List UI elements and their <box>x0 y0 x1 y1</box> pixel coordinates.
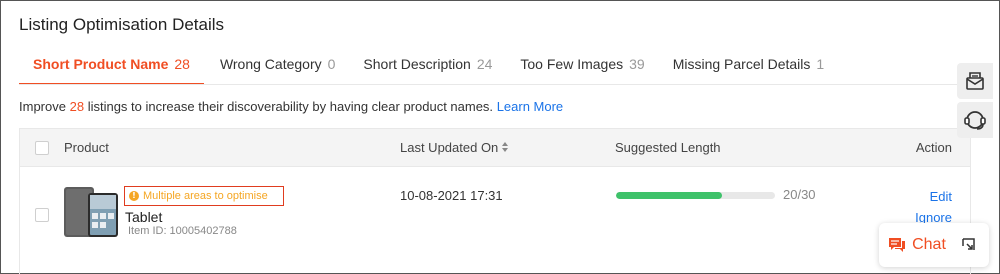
messages-side-button[interactable] <box>957 63 993 99</box>
tab-count: 28 <box>174 56 190 72</box>
product-name: Tablet <box>125 209 163 225</box>
headset-icon <box>964 111 986 130</box>
chat-expand-button[interactable] <box>957 233 981 257</box>
badge-text: Multiple areas to optimise <box>143 190 268 202</box>
tab-short-product-name[interactable]: Short Product Name 28 <box>19 43 204 85</box>
last-updated-value: 10-08-2021 17:31 <box>400 188 503 203</box>
tab-count: 1 <box>816 56 825 72</box>
tab-label: Short Product Name <box>33 56 169 72</box>
tab-too-few-images[interactable]: Too Few Images 39 <box>520 43 644 85</box>
tab-label: Too Few Images <box>520 56 624 72</box>
intro-count: 28 <box>69 99 85 114</box>
table-header: Product Last Updated On Suggested Length… <box>20 129 970 167</box>
length-progress-fill <box>616 192 723 199</box>
envelope-icon <box>966 72 984 90</box>
tab-label: Missing Parcel Details <box>672 56 811 72</box>
optimise-badge: ! Multiple areas to optimise <box>124 186 284 206</box>
chat-widget: Chat <box>879 223 989 267</box>
support-side-button[interactable] <box>957 102 993 138</box>
column-header-product: Product <box>64 140 109 155</box>
tab-missing-parcel-details[interactable]: Missing Parcel Details 1 <box>673 43 825 85</box>
row-checkbox[interactable] <box>35 208 49 222</box>
tab-wrong-category[interactable]: Wrong Category 0 <box>220 43 335 85</box>
intro-text: Improve 28 listings to increase their di… <box>19 99 563 114</box>
warning-icon: ! <box>129 191 139 201</box>
edit-button[interactable]: Edit <box>930 189 952 204</box>
listing-optimisation-panel: Listing Optimisation Details Short Produ… <box>0 0 1000 274</box>
chat-bubble-icon <box>889 238 906 252</box>
learn-more-link[interactable]: Learn More <box>497 99 563 114</box>
tab-divider <box>19 84 981 85</box>
intro-suffix: listings to increase their discoverabili… <box>87 99 494 114</box>
tab-count: 0 <box>327 56 336 72</box>
column-header-action: Action <box>915 140 952 155</box>
chat-button[interactable]: Chat <box>879 223 955 267</box>
page-title: Listing Optimisation Details <box>19 15 225 34</box>
column-header-suggested-length: Suggested Length <box>615 140 721 155</box>
chat-label: Chat <box>912 236 946 253</box>
tab-count: 39 <box>629 56 645 72</box>
listings-table: Product Last Updated On Suggested Length… <box>19 128 971 274</box>
intro-prefix: Improve <box>19 99 66 114</box>
length-progress-text: 20/30 <box>783 187 816 202</box>
tab-count: 24 <box>476 56 493 72</box>
product-thumbnail <box>64 187 118 237</box>
expand-icon <box>962 238 975 250</box>
tab-bar: Short Product Name 28 Wrong Category 0 S… <box>19 43 824 85</box>
sort-icon[interactable] <box>501 140 509 154</box>
length-progress-bar <box>616 192 775 199</box>
tab-label: Short Description <box>363 56 471 72</box>
product-item-id: Item ID: 10005402788 <box>128 225 237 237</box>
select-all-checkbox[interactable] <box>35 141 49 155</box>
column-header-last-updated[interactable]: Last Updated On <box>400 140 498 155</box>
tab-short-description[interactable]: Short Description 24 <box>363 43 492 85</box>
tab-label: Wrong Category <box>219 56 322 72</box>
